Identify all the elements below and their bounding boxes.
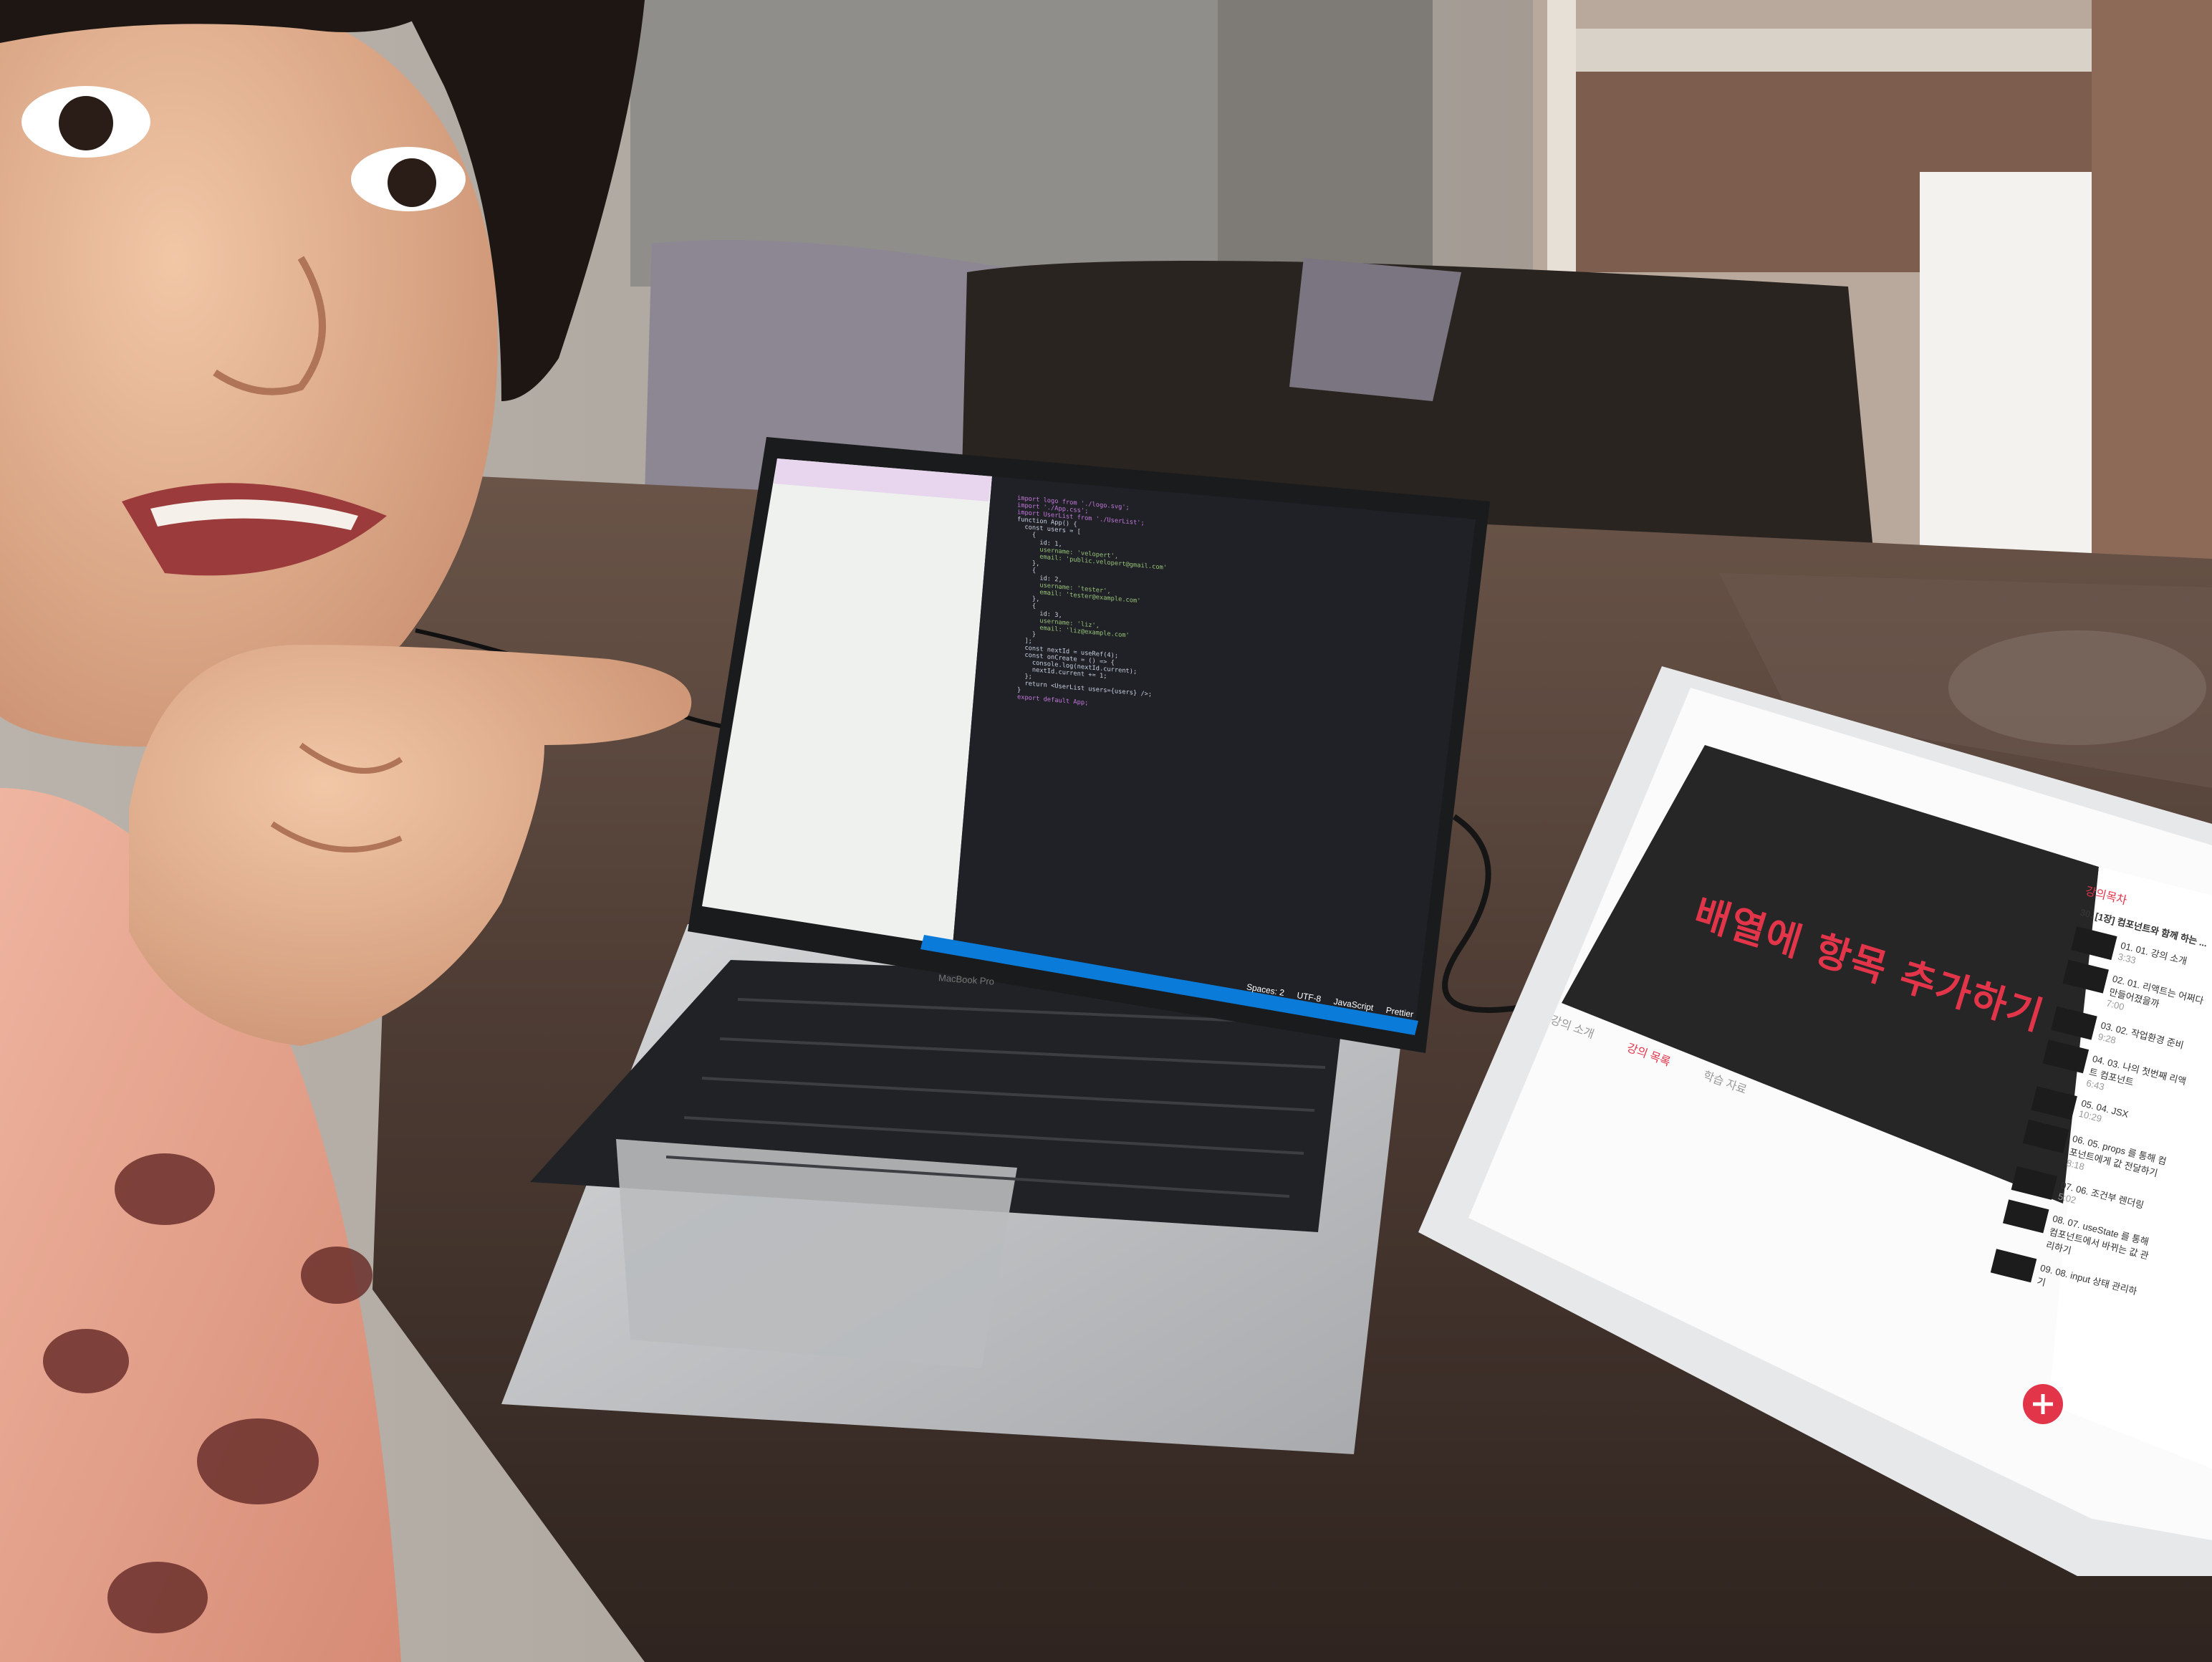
lesson-thumbnail	[1990, 1249, 2037, 1283]
lesson-thumbnail	[2011, 1166, 2058, 1200]
lesson-thumbnail	[2031, 1086, 2077, 1120]
lesson-thumbnail	[2062, 959, 2109, 994]
photo-scene: import logo from './logo.svg'; import './…	[0, 0, 2212, 1662]
scene-drawing	[0, 0, 2212, 1662]
laptop-editor-text: import logo from './logo.svg'; import './…	[1017, 494, 1266, 765]
lesson-text: 05. 04. JSX 10:29	[2077, 1097, 2129, 1133]
code-lines: import logo from './logo.svg'; import './…	[1017, 494, 1266, 722]
lesson-thumbnail	[2022, 1119, 2069, 1153]
lesson-text: 01. 01. 강의 소개 3:33	[2117, 938, 2188, 978]
lesson-thumbnail	[2071, 926, 2117, 961]
lesson-thumbnail	[2042, 1039, 2090, 1074]
lesson-thumbnail	[2002, 1199, 2049, 1234]
lesson-thumbnail	[2051, 1006, 2097, 1040]
